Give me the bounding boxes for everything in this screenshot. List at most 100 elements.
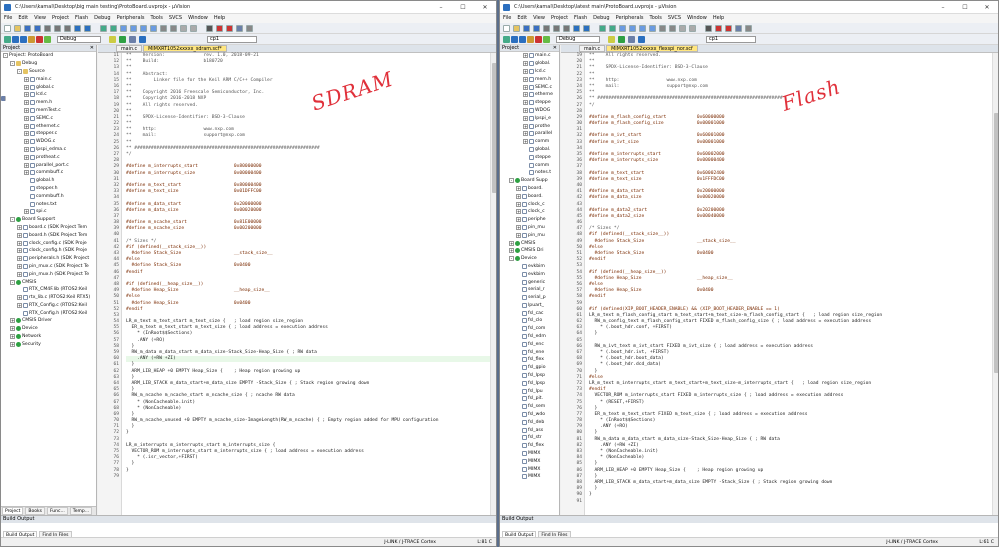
components-icon[interactable] <box>129 36 136 43</box>
tree-item[interactable]: + global. <box>500 60 559 68</box>
tree-item[interactable]: notes.txt <box>1 200 96 208</box>
tree-item[interactable]: + prothe <box>500 122 559 130</box>
tree-item[interactable]: lpuart_ <box>500 302 559 310</box>
editor-tab[interactable]: MIMXRT1052xxxxx_flexspi_nor.scf <box>606 45 698 52</box>
tree-item[interactable]: + protheat.c <box>1 153 96 161</box>
expand-icon[interactable]: + <box>10 318 15 324</box>
close-icon[interactable]: ✕ <box>553 45 557 52</box>
next-bookmark-icon[interactable] <box>639 25 646 32</box>
tree-item[interactable]: + CMSIS <box>500 239 559 247</box>
tree-item[interactable]: + lpspi_e <box>500 114 559 122</box>
expand-icon[interactable]: + <box>523 123 528 129</box>
project-tab-1[interactable]: Books <box>25 507 45 515</box>
clear-bookmark-icon[interactable] <box>150 25 157 32</box>
expand-icon[interactable]: + <box>516 217 521 223</box>
tree-item[interactable]: evkbim <box>500 263 559 271</box>
unindent-icon[interactable] <box>170 25 177 32</box>
settings-icon[interactable] <box>246 25 253 32</box>
tree-item[interactable]: global. <box>500 146 559 154</box>
next-bookmark-icon[interactable] <box>140 25 147 32</box>
download-icon[interactable] <box>543 36 550 43</box>
tree-item[interactable]: + peripherals.h (SDK Project <box>1 255 96 263</box>
undo-icon[interactable] <box>573 25 580 32</box>
target-select[interactable]: Debug <box>556 36 600 43</box>
menu-peripherals[interactable]: Peripherals <box>117 14 145 23</box>
build-icon[interactable] <box>12 36 19 43</box>
code-view[interactable]: 19 20 21 22 23 24 25 26 27 28 29 30 31 32 33 34 35 36 37 38… <box>561 53 992 515</box>
build-icon[interactable] <box>511 36 518 43</box>
collapse-icon[interactable]: - <box>509 178 514 184</box>
uncomment-icon[interactable] <box>190 25 197 32</box>
tree-item[interactable]: commbuff.h <box>1 192 96 200</box>
comment-icon[interactable] <box>679 25 686 32</box>
editor-tab[interactable]: main.c <box>116 45 143 52</box>
clear-bookmark-icon[interactable] <box>649 25 656 32</box>
expand-icon[interactable]: + <box>523 92 528 98</box>
find-icon[interactable] <box>206 25 213 32</box>
expand-icon[interactable]: + <box>17 224 22 230</box>
expand-icon[interactable]: + <box>17 271 22 277</box>
forward-icon[interactable] <box>609 25 616 32</box>
tree-item[interactable]: evkbim <box>500 270 559 278</box>
expand-icon[interactable]: + <box>24 76 29 82</box>
expand-icon[interactable]: + <box>516 232 521 238</box>
tree-item[interactable]: + mem.h <box>500 75 559 83</box>
menu-flash[interactable]: Flash <box>75 14 88 23</box>
tree-item[interactable]: + parallel_port.c <box>1 161 96 169</box>
expand-icon[interactable]: + <box>24 209 29 215</box>
tree-item[interactable]: MIMX <box>500 473 559 481</box>
save-icon[interactable] <box>523 25 530 32</box>
rebuild-icon[interactable] <box>20 36 27 43</box>
expand-icon[interactable]: + <box>24 154 29 160</box>
packs-icon[interactable] <box>638 36 645 43</box>
menu-peripherals[interactable]: Peripherals <box>616 14 644 23</box>
translate-icon[interactable] <box>4 36 11 43</box>
back-icon[interactable] <box>100 25 107 32</box>
tree-item[interactable]: + board. <box>500 185 559 193</box>
tree-item[interactable]: + mem.h <box>1 99 96 107</box>
bookmark-icon[interactable] <box>120 25 127 32</box>
menu-help[interactable]: Help <box>214 14 225 23</box>
expand-icon[interactable]: + <box>509 240 514 246</box>
paste-icon[interactable] <box>64 25 71 32</box>
manage-icon[interactable] <box>119 36 126 43</box>
tree-item[interactable]: serial_r <box>500 286 559 294</box>
tree-item[interactable]: generic <box>500 278 559 286</box>
tree-item[interactable]: - Debug <box>1 60 96 68</box>
tree-item[interactable]: fsl_ass <box>500 426 559 434</box>
manage-icon[interactable] <box>618 36 625 43</box>
expand-icon[interactable]: + <box>516 201 521 207</box>
stop-build-icon[interactable] <box>36 36 43 43</box>
tree-item[interactable]: + WDOG.c <box>1 138 96 146</box>
save-all-icon[interactable] <box>34 25 41 32</box>
find-combo[interactable]: cp1 <box>207 36 257 43</box>
menu-view[interactable]: View <box>34 14 46 23</box>
packs-icon[interactable] <box>139 36 146 43</box>
save-icon[interactable] <box>24 25 31 32</box>
indent-icon[interactable] <box>659 25 666 32</box>
minimize-icon[interactable]: – <box>932 1 954 14</box>
tree-item[interactable]: + lcd.c <box>500 68 559 76</box>
expand-icon[interactable]: + <box>523 131 528 137</box>
expand-icon[interactable]: + <box>17 240 22 246</box>
tree-item[interactable]: + SEMC.c <box>1 114 96 122</box>
project-tab-3[interactable]: Temp... <box>69 507 93 515</box>
bookmark-icon[interactable] <box>619 25 626 32</box>
tree-item[interactable]: fsl_flex <box>500 442 559 450</box>
tree-item[interactable]: notes.t <box>500 169 559 177</box>
expand-icon[interactable]: + <box>10 334 15 340</box>
expand-icon[interactable]: + <box>516 185 521 191</box>
tree-item[interactable]: fsl_ene <box>500 348 559 356</box>
tree-item[interactable]: MIMX <box>500 457 559 465</box>
tree-item[interactable]: fsl_enc <box>500 340 559 348</box>
tree-item[interactable]: fsl_sem <box>500 403 559 411</box>
tree-item[interactable]: RTX_CM4F.lib (RTOS2:Keil <box>1 286 96 294</box>
tree-item[interactable]: + Network <box>1 333 96 341</box>
redo-icon[interactable] <box>583 25 590 32</box>
target-select[interactable]: Debug <box>57 36 101 43</box>
menu-svcs[interactable]: SVCS <box>169 14 182 23</box>
tree-item[interactable]: + WDOG <box>500 107 559 115</box>
maximize-icon[interactable]: ☐ <box>452 1 474 14</box>
expand-icon[interactable]: + <box>17 256 22 262</box>
close-icon[interactable]: ✕ <box>474 1 496 14</box>
